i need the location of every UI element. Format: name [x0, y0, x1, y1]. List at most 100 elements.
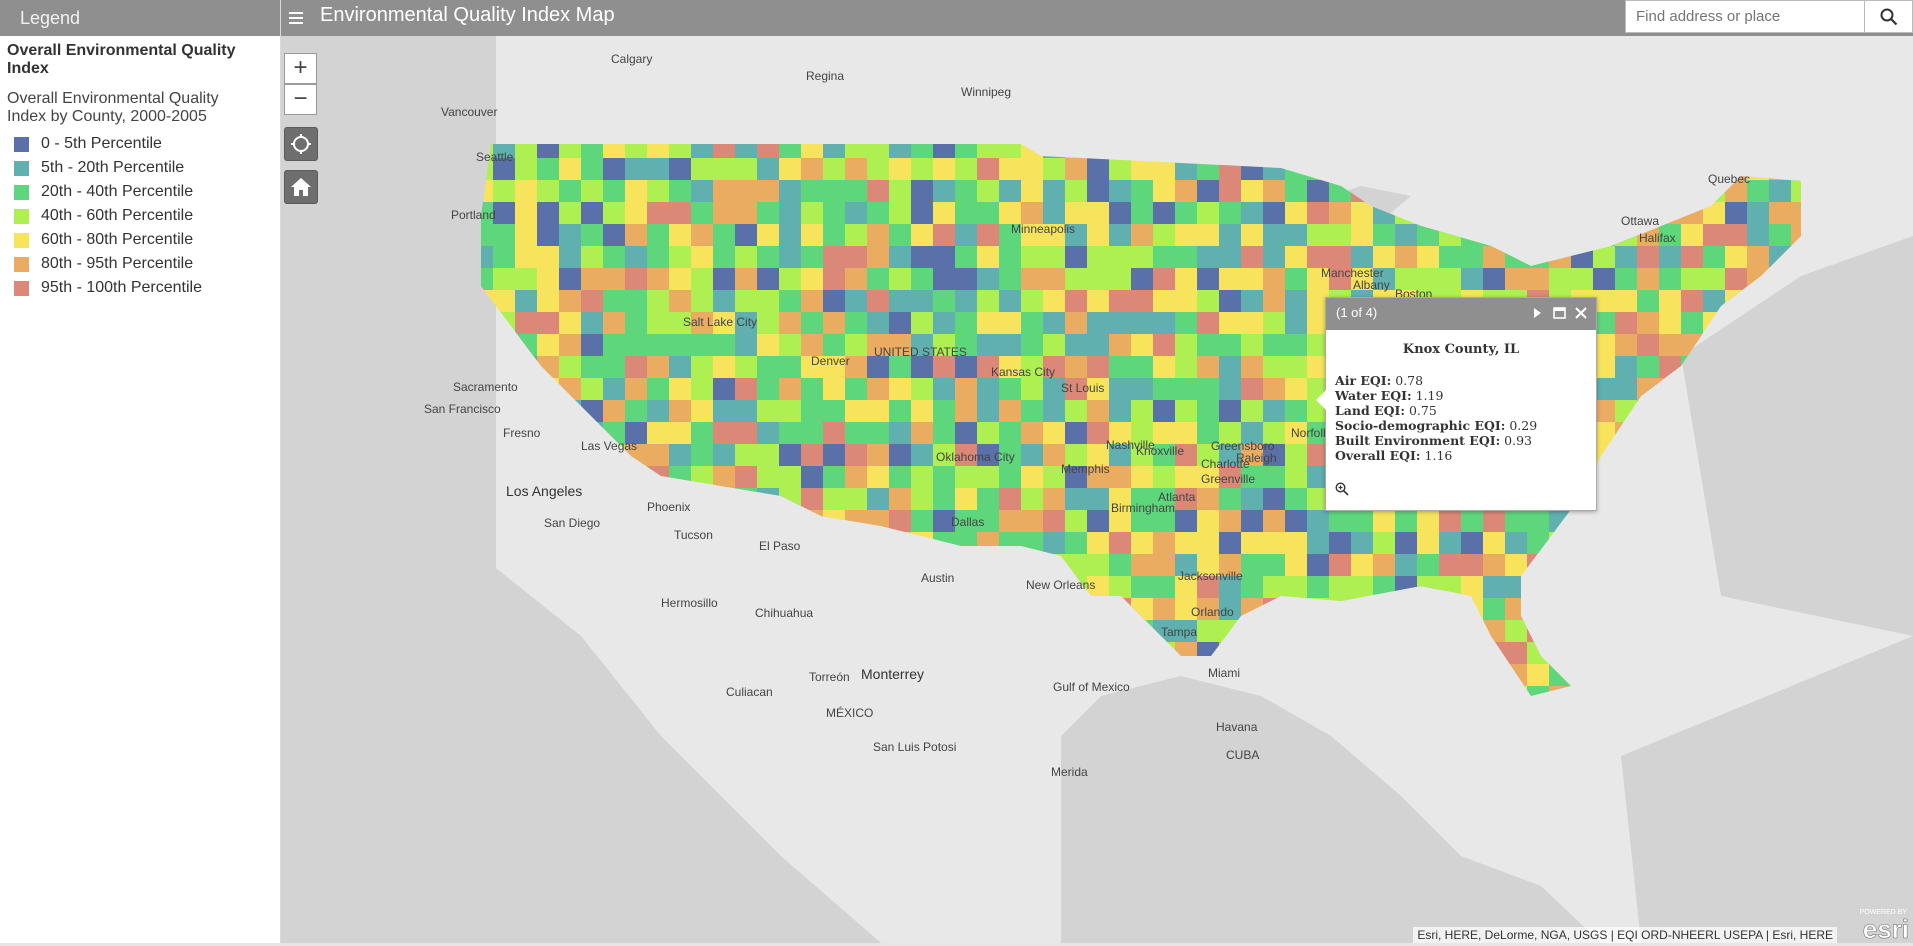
- county-cell[interactable]: [1285, 356, 1307, 378]
- county-cell[interactable]: [823, 466, 845, 488]
- county-cell[interactable]: [845, 422, 867, 444]
- county-cell[interactable]: [1307, 202, 1329, 224]
- county-cell[interactable]: [1725, 224, 1747, 246]
- county-cell[interactable]: [911, 312, 933, 334]
- county-cell[interactable]: [999, 466, 1021, 488]
- county-cell[interactable]: [955, 400, 977, 422]
- county-cell[interactable]: [1725, 202, 1747, 224]
- county-cell[interactable]: [779, 466, 801, 488]
- county-cell[interactable]: [735, 422, 757, 444]
- county-cell[interactable]: [625, 224, 647, 246]
- county-cell[interactable]: [1307, 532, 1329, 554]
- county-cell[interactable]: [1021, 290, 1043, 312]
- county-cell[interactable]: [713, 268, 735, 290]
- county-cell[interactable]: [1351, 554, 1373, 576]
- county-cell[interactable]: [1637, 268, 1659, 290]
- county-cell[interactable]: [1461, 554, 1483, 576]
- county-cell[interactable]: [1637, 246, 1659, 268]
- county-cell[interactable]: [1065, 202, 1087, 224]
- county-cell[interactable]: [515, 290, 537, 312]
- county-cell[interactable]: [669, 400, 691, 422]
- county-cell[interactable]: [735, 334, 757, 356]
- county-cell[interactable]: [1241, 356, 1263, 378]
- county-cell[interactable]: [1263, 554, 1285, 576]
- county-cell[interactable]: [1219, 378, 1241, 400]
- county-cell[interactable]: [515, 202, 537, 224]
- county-cell[interactable]: [1087, 334, 1109, 356]
- county-cell[interactable]: [823, 312, 845, 334]
- county-cell[interactable]: [977, 312, 999, 334]
- county-cell[interactable]: [801, 158, 823, 180]
- county-cell[interactable]: [1659, 268, 1681, 290]
- county-cell[interactable]: [933, 488, 955, 510]
- county-cell[interactable]: [999, 378, 1021, 400]
- county-cell[interactable]: [1087, 312, 1109, 334]
- county-cell[interactable]: [1263, 576, 1285, 598]
- county-cell[interactable]: [911, 422, 933, 444]
- county-cell[interactable]: [1263, 268, 1285, 290]
- hamburger-menu-icon[interactable]: [286, 7, 308, 29]
- county-cell[interactable]: [823, 334, 845, 356]
- county-cell[interactable]: [603, 180, 625, 202]
- county-cell[interactable]: [1131, 224, 1153, 246]
- search-button[interactable]: [1864, 0, 1913, 33]
- county-cell[interactable]: [713, 180, 735, 202]
- county-cell[interactable]: [845, 180, 867, 202]
- county-cell[interactable]: [1087, 268, 1109, 290]
- county-cell[interactable]: [647, 202, 669, 224]
- county-cell[interactable]: [845, 378, 867, 400]
- county-cell[interactable]: [647, 246, 669, 268]
- county-cell[interactable]: [823, 488, 845, 510]
- county-cell[interactable]: [1263, 312, 1285, 334]
- county-cell[interactable]: [515, 246, 537, 268]
- county-cell[interactable]: [559, 246, 581, 268]
- county-cell[interactable]: [757, 378, 779, 400]
- county-cell[interactable]: [911, 268, 933, 290]
- county-cell[interactable]: [669, 334, 691, 356]
- county-cell[interactable]: [625, 180, 647, 202]
- county-cell[interactable]: [977, 268, 999, 290]
- county-cell[interactable]: [1153, 532, 1175, 554]
- county-cell[interactable]: [867, 356, 889, 378]
- county-cell[interactable]: [779, 246, 801, 268]
- county-cell[interactable]: [713, 378, 735, 400]
- county-cell[interactable]: [823, 202, 845, 224]
- county-cell[interactable]: [933, 246, 955, 268]
- county-cell[interactable]: [933, 158, 955, 180]
- county-cell[interactable]: [1505, 620, 1527, 642]
- county-cell[interactable]: [647, 334, 669, 356]
- county-cell[interactable]: [1285, 180, 1307, 202]
- county-cell[interactable]: [1219, 334, 1241, 356]
- county-cell[interactable]: [757, 158, 779, 180]
- county-cell[interactable]: [977, 224, 999, 246]
- county-cell[interactable]: [867, 444, 889, 466]
- county-cell[interactable]: [1021, 268, 1043, 290]
- county-cell[interactable]: [603, 268, 625, 290]
- county-cell[interactable]: [1241, 400, 1263, 422]
- county-cell[interactable]: [537, 246, 559, 268]
- county-cell[interactable]: [1197, 180, 1219, 202]
- county-cell[interactable]: [823, 224, 845, 246]
- county-cell[interactable]: [713, 466, 735, 488]
- county-cell[interactable]: [1329, 554, 1351, 576]
- county-cell[interactable]: [1197, 510, 1219, 532]
- county-cell[interactable]: [933, 268, 955, 290]
- county-cell[interactable]: [801, 202, 823, 224]
- close-popup-button[interactable]: [1572, 304, 1590, 322]
- county-cell[interactable]: [977, 180, 999, 202]
- county-cell[interactable]: [999, 334, 1021, 356]
- county-cell[interactable]: [1527, 510, 1549, 532]
- county-cell[interactable]: [779, 202, 801, 224]
- zoom-out-button[interactable]: −: [284, 84, 317, 115]
- county-cell[interactable]: [537, 180, 559, 202]
- county-cell[interactable]: [1329, 202, 1351, 224]
- county-cell[interactable]: [1703, 224, 1725, 246]
- county-cell[interactable]: [1153, 246, 1175, 268]
- county-cell[interactable]: [1417, 554, 1439, 576]
- county-cell[interactable]: [691, 180, 713, 202]
- county-cell[interactable]: [867, 400, 889, 422]
- county-cell[interactable]: [1131, 180, 1153, 202]
- county-cell[interactable]: [845, 334, 867, 356]
- county-cell[interactable]: [1087, 510, 1109, 532]
- county-cell[interactable]: [1461, 510, 1483, 532]
